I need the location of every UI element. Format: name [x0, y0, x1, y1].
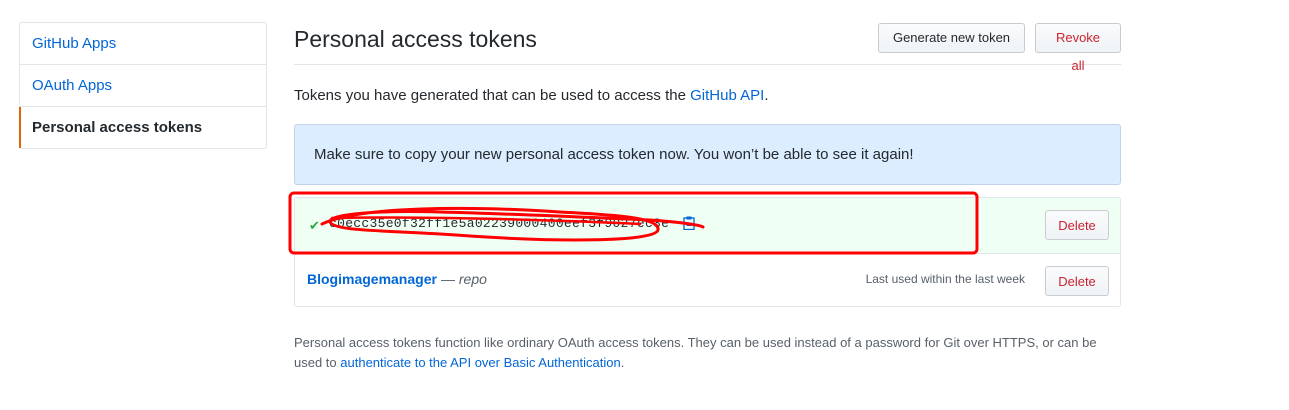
basic-auth-link[interactable]: authenticate to the API over Basic Authe… — [340, 355, 620, 370]
revoke-all-button[interactable]: Revoke all — [1035, 23, 1121, 73]
settings-sidebar: GitHub Apps OAuth Apps Personal access t… — [19, 22, 267, 149]
page-header: Personal access tokens Generate new toke… — [294, 22, 1121, 73]
intro-text-suffix: . — [764, 87, 769, 104]
token-last-used: Last used within the last week — [865, 272, 1025, 286]
footnote: Personal access tokens function like ord… — [294, 333, 1121, 373]
github-api-link[interactable]: GitHub API — [690, 87, 764, 104]
copy-token-notice: Make sure to copy your new personal acce… — [294, 124, 1121, 185]
token-name-link[interactable]: Blogimagemanager — [307, 271, 437, 287]
clipboard-copy-icon[interactable] — [683, 216, 695, 230]
token-row: Blogimagemanager — repo Last used within… — [295, 254, 1120, 306]
generate-new-token-button[interactable]: Generate new token — [878, 23, 1025, 53]
delete-token-button[interactable]: Delete — [1045, 266, 1109, 296]
sidebar-item-personal-access-tokens[interactable]: Personal access tokens — [19, 107, 266, 148]
intro-text-body: Tokens you have generated that can be us… — [294, 87, 691, 104]
new-token-row: ✔ c0ecc35e0f32ff1e5a02239000400eef3f9027… — [295, 198, 1120, 254]
intro-text: Tokens you have generated that can be us… — [294, 87, 768, 104]
token-list: ✔ c0ecc35e0f32ff1e5a02239000400eef3f9027… — [294, 197, 1121, 307]
delete-new-token-button[interactable]: Delete — [1045, 210, 1109, 240]
page-title: Personal access tokens — [294, 26, 537, 52]
token-scope-value: repo — [458, 271, 487, 287]
token-value[interactable]: c0ecc35e0f32ff1e5a02239000400eef3f9027ec… — [329, 216, 669, 231]
sidebar-item-github-apps[interactable]: GitHub Apps — [20, 23, 266, 65]
copy-token-notice-text: Make sure to copy your new personal acce… — [314, 146, 914, 163]
footnote-suffix: . — [620, 355, 625, 370]
check-icon: ✔ — [309, 218, 320, 233]
token-scope-dash: — — [441, 271, 459, 287]
sidebar-item-oauth-apps[interactable]: OAuth Apps — [20, 65, 266, 107]
token-scope: — repo — [441, 271, 487, 287]
